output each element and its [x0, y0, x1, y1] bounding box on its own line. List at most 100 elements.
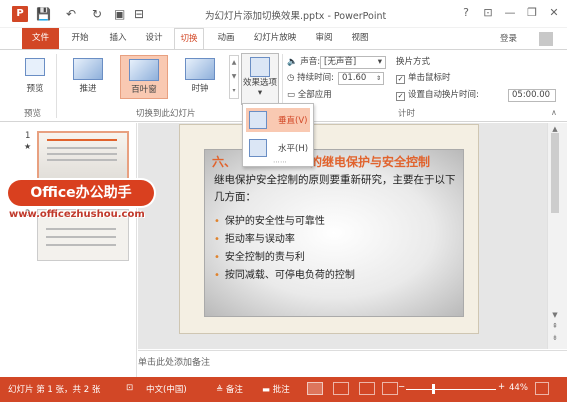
horizontal-icon [249, 139, 267, 157]
collapse-ribbon-icon[interactable]: ∧ [551, 108, 557, 117]
apply-all-button[interactable]: ▭ 全部应用 [287, 89, 332, 102]
menu-item-horizontal[interactable]: 水平(H) [246, 136, 310, 160]
customize-icon[interactable]: ⊟ [134, 7, 144, 21]
checkmark-icon: ✓ [396, 75, 405, 84]
slideshow-view-icon[interactable] [382, 382, 398, 395]
sound-row: 🔈 声音: [287, 56, 320, 69]
checkmark-icon: ✓ [396, 92, 405, 101]
preview-button[interactable]: 预览 [22, 58, 48, 98]
clock-icon: ◷ [287, 73, 295, 83]
comment-icon: ▬ [262, 385, 273, 395]
restore-icon[interactable]: ❐ [524, 5, 540, 21]
reading-view-icon[interactable] [359, 382, 375, 395]
apply-all-label: 全部应用 [297, 90, 332, 100]
tab-home[interactable]: 开始 [66, 28, 94, 49]
notes-toggle[interactable]: ≜ 备注 [216, 383, 243, 395]
spellcheck-icon[interactable]: ⊡ [126, 383, 133, 393]
zoom-out-icon[interactable]: − [398, 382, 405, 392]
advance-title: 换片方式 [396, 57, 431, 67]
effect-blinds[interactable]: 百叶窗 [120, 55, 168, 99]
minimize-icon[interactable]: — [502, 5, 518, 21]
effect-push-label: 推进 [79, 84, 97, 94]
effect-clock[interactable]: 时钟 [176, 55, 224, 99]
avatar[interactable] [539, 32, 553, 46]
fit-slide-icon[interactable] [535, 382, 549, 395]
touch-mode-icon[interactable]: ▣ [114, 7, 125, 21]
tab-animations[interactable]: 动画 [212, 28, 240, 49]
language-status[interactable]: 中文(中国) [146, 383, 187, 395]
sound-select[interactable]: [无声音] ▾ [320, 56, 386, 69]
menu-item-vertical[interactable]: 垂直(V) [246, 108, 310, 132]
bullet-item[interactable]: • 保护的安全性与可靠性 [214, 212, 325, 227]
effect-options-button[interactable]: 效果选项 ▾ [241, 53, 279, 105]
watermark-url: www.officezhushou.com [9, 209, 145, 220]
duration-input[interactable]: 01.60 ⇕ [338, 72, 384, 85]
clock-effect-icon [185, 58, 215, 80]
watermark-logo: Office办公助手 [8, 180, 154, 206]
zoom-slider[interactable] [406, 389, 496, 390]
chevron-down-icon: ▾ [257, 88, 263, 98]
ribbon-tabs: 文件 开始 插入 设计 切换 动画 幻灯片放映 审阅 视图 [0, 28, 567, 50]
notes-toggle-label: 备注 [225, 385, 243, 395]
group-label-timing: 计时 [398, 109, 416, 119]
tab-file[interactable]: 文件 [22, 28, 59, 49]
apply-all-icon: ▭ [287, 90, 296, 100]
tab-slideshow[interactable]: 幻灯片放映 [250, 28, 300, 49]
effect-options-icon [250, 57, 270, 77]
bullet-item[interactable]: • 拒动率与误动率 [214, 230, 295, 245]
bullet-text: 按同减载、可停电负荷的控制 [224, 270, 355, 281]
menu-more-indicator: ⋯⋯ [273, 158, 287, 166]
slide-sorter-icon[interactable] [333, 382, 349, 395]
gallery-scroll[interactable]: ▲ ▼ ▾ [229, 55, 239, 99]
effect-push[interactable]: 推进 [64, 55, 112, 99]
menu-item-vertical-label: 垂直(V) [278, 116, 308, 126]
sign-in-link[interactable]: 登录 [500, 32, 517, 44]
scroll-down-icon[interactable]: ▼ [548, 311, 562, 319]
duration-row: ◷ 持续时间: [287, 72, 334, 85]
on-click-checkbox[interactable]: ✓ 单击鼠标时 [396, 72, 451, 85]
thumb-line [47, 153, 117, 155]
menu-item-horizontal-label: 水平(H) [278, 144, 309, 154]
vertical-icon [249, 111, 267, 129]
tab-review[interactable]: 审阅 [310, 28, 338, 49]
bullet-item[interactable]: • 安全控制的责与利 [214, 248, 305, 263]
thumb-line [46, 228, 116, 230]
zoom-level[interactable]: 44% [509, 383, 528, 393]
bullet-text: 拒动率与误动率 [224, 234, 295, 245]
tab-view[interactable]: 视图 [346, 28, 374, 49]
tab-insert[interactable]: 插入 [104, 28, 132, 49]
group-label-transition: 切换到此幻灯片 [136, 109, 196, 119]
tab-transitions[interactable]: 切换 [174, 28, 204, 50]
slide-intro-text[interactable]: 继电保护安全控制的原则要重新研究，主要在于以下几方面： [214, 172, 462, 206]
effect-options-menu: 垂直(V) 水平(H) ⋯⋯ [242, 103, 314, 167]
group-divider [56, 54, 57, 118]
after-time-input[interactable]: 05:00.00 [508, 89, 556, 102]
previous-slide-icon[interactable]: ⇞ [548, 322, 562, 330]
duration-label: 持续时间: [297, 73, 334, 83]
comments-toggle[interactable]: ▬ 批注 [262, 383, 290, 395]
next-slide-icon[interactable]: ⇟ [548, 334, 562, 342]
document-title: 为幻灯片添加切换效果.pptx - PowerPoint [205, 11, 387, 22]
thumb-line [47, 139, 117, 141]
status-bar: 幻灯片 第 1 张，共 2 张 ⊡ 中文(中国) ≜ 备注 ▬ 批注 − + 4… [0, 377, 567, 402]
speaker-icon: 🔈 [287, 57, 298, 67]
redo-icon[interactable]: ↻ [92, 7, 102, 21]
tab-design[interactable]: 设计 [140, 28, 168, 49]
scroll-up-icon[interactable]: ▲ [548, 125, 562, 133]
after-checkbox[interactable]: ✓ 设置自动换片时间: [396, 89, 479, 102]
after-value: 05:00.00 [512, 90, 551, 100]
thumb-line [46, 236, 116, 238]
zoom-slider-thumb[interactable] [432, 384, 435, 394]
bullet-item[interactable]: • 按同减载、可停电负荷的控制 [214, 266, 355, 281]
chevron-down-icon: ▾ [377, 57, 382, 67]
save-icon[interactable]: 💾 [36, 7, 51, 21]
scrollbar-thumb[interactable] [551, 133, 559, 213]
sound-value: [无声音] [324, 57, 357, 67]
zoom-in-icon[interactable]: + [498, 382, 505, 392]
undo-icon[interactable]: ↶ [66, 7, 76, 21]
ribbon-display-icon[interactable]: ⊡ [480, 5, 496, 21]
slide-title-tail: 的继电保护与安全控制 [310, 155, 431, 169]
help-icon[interactable]: ? [458, 5, 474, 21]
close-icon[interactable]: ✕ [546, 5, 562, 21]
normal-view-icon[interactable] [307, 382, 323, 395]
